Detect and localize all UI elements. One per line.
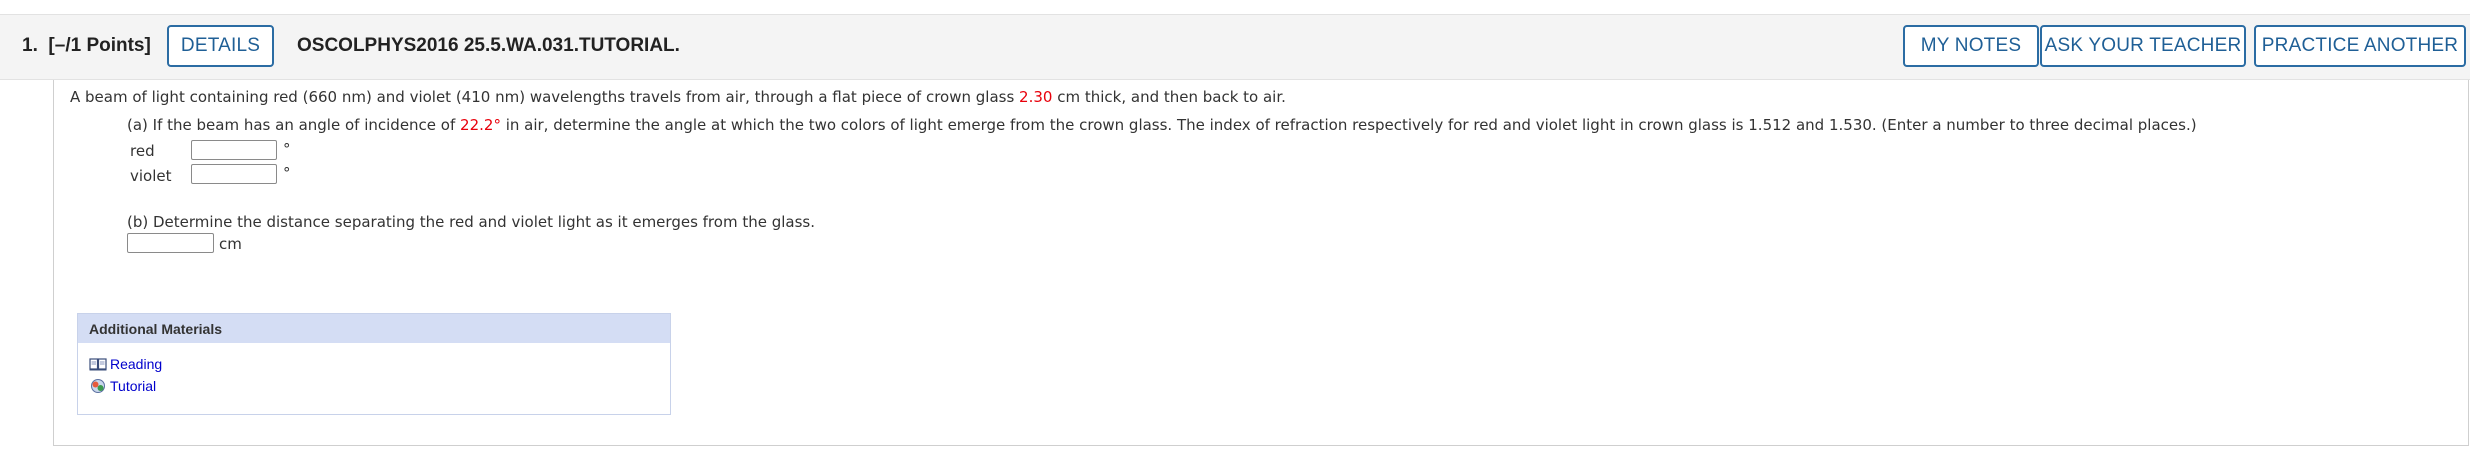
distance-input[interactable] [127, 233, 214, 253]
points-badge: [–/1 Points] [48, 35, 151, 56]
additional-materials-heading: Additional Materials [78, 314, 670, 343]
red-degree-unit: ° [283, 140, 291, 158]
details-button[interactable]: DETAILS [167, 25, 274, 67]
part-a-suffix: in air, determine the angle at which the… [500, 116, 2197, 134]
question-number: 1. [22, 35, 38, 56]
distance-unit: cm [219, 235, 242, 253]
red-label: red [130, 142, 155, 160]
tutorial-icon [89, 378, 107, 394]
thickness-value: 2.30 [1019, 88, 1053, 106]
tutorial-link[interactable]: Tutorial [89, 378, 156, 394]
violet-angle-input[interactable] [191, 164, 277, 184]
violet-degree-unit: ° [283, 164, 291, 182]
question-header: 1. [–/1 Points] DETAILS OSCOLPHYS2016 25… [0, 14, 2470, 80]
intro-text: A beam of light containing red (660 nm) … [70, 88, 1020, 106]
additional-materials-panel: Additional Materials Reading Tutorial [77, 313, 671, 415]
violet-label: violet [130, 167, 172, 185]
red-angle-input[interactable] [191, 140, 277, 160]
part-a-prefix: (a) If the beam has an angle of incidenc… [127, 116, 461, 134]
book-icon [89, 357, 107, 371]
part-a-text: (a) If the beam has an angle of incidenc… [127, 116, 2197, 134]
practice-another-button[interactable]: PRACTICE ANOTHER [2254, 25, 2466, 67]
question-title: OSCOLPHYS2016 25.5.WA.031.TUTORIAL. [297, 35, 680, 56]
my-notes-button[interactable]: MY NOTES [1903, 25, 2039, 67]
intro-text-end: cm thick, and then back to air. [1052, 88, 1286, 106]
angle-value: 22.2 [460, 116, 494, 134]
ask-your-teacher-button[interactable]: ASK YOUR TEACHER [2040, 25, 2246, 67]
question-intro: A beam of light containing red (660 nm) … [70, 88, 1286, 106]
part-b-text: (b) Determine the distance separating th… [127, 213, 815, 231]
reading-link-label[interactable]: Reading [110, 356, 162, 372]
angle-unit: ° [493, 116, 501, 134]
tutorial-link-label[interactable]: Tutorial [110, 378, 156, 394]
question-number-points: 1. [–/1 Points] [22, 35, 151, 57]
reading-link[interactable]: Reading [89, 356, 162, 372]
